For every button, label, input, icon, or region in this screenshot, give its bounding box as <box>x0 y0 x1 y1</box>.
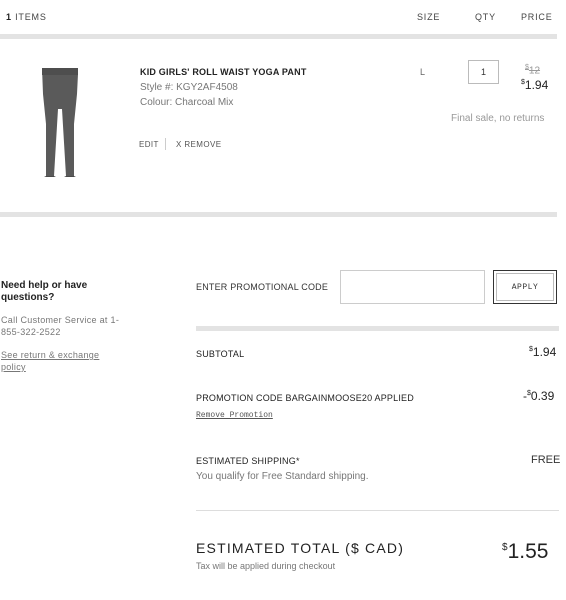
shipping-value: FREE <box>531 454 561 466</box>
final-sale-note: Final sale, no returns <box>451 113 545 124</box>
tax-note: Tax will be applied during checkout <box>196 561 336 571</box>
size-column-header: SIZE <box>417 12 441 22</box>
promo-code-input[interactable] <box>340 270 485 304</box>
promo-discount-amount: 0.39 <box>530 389 555 403</box>
customer-service-text: Call Customer Service at 1-855-322-2522 <box>1 315 120 337</box>
promo-discount-value: -$0.39 <box>523 389 554 403</box>
original-price: $12 <box>525 64 540 76</box>
sale-price-value: 1.94 <box>524 78 549 92</box>
yoga-pant-image[interactable] <box>30 64 90 182</box>
sale-price: $1.94 <box>521 78 548 92</box>
cart-divider <box>0 212 557 217</box>
return-policy-link[interactable]: See return & exchange policy <box>1 349 126 373</box>
subtotal-value: $1.94 <box>529 345 556 359</box>
promo-code-label: ENTER PROMOTIONAL CODE <box>196 282 329 292</box>
estimated-total-label: ESTIMATED TOTAL ($ CAD) <box>196 540 405 556</box>
summary-divider <box>196 326 559 331</box>
price-column-header: PRICE <box>521 12 553 22</box>
help-heading: Need help or have questions? <box>1 280 88 303</box>
remove-promotion-link[interactable]: Remove Promotion <box>196 411 273 420</box>
product-size: L <box>420 67 426 77</box>
shipping-label: ESTIMATED SHIPPING* <box>196 456 300 466</box>
edit-item-link[interactable]: EDIT <box>139 140 159 149</box>
apply-button-label: APPLY <box>496 273 554 301</box>
items-count-number: 1 <box>6 12 12 22</box>
product-style-number: Style #: KGY2AF4508 <box>140 82 238 93</box>
total-divider <box>196 510 559 511</box>
edit-remove-separator <box>165 138 166 150</box>
shipping-note: You qualify for Free Standard shipping. <box>196 471 369 482</box>
qty-column-header: QTY <box>475 12 496 22</box>
product-name[interactable]: KID GIRLS' ROLL WAIST YOGA PANT <box>140 67 307 77</box>
cart-items-count: 1 ITEMS <box>6 12 47 22</box>
header-divider <box>0 34 557 39</box>
total-amount: 1.55 <box>507 540 549 563</box>
remove-item-link[interactable]: X REMOVE <box>176 140 221 149</box>
subtotal-amount: 1.94 <box>532 345 557 359</box>
items-count-label: ITEMS <box>15 12 47 22</box>
quantity-input[interactable]: 1 <box>468 60 499 84</box>
original-price-value: 12 <box>528 65 541 77</box>
product-colour: Colour: Charcoal Mix <box>140 97 234 108</box>
promo-applied-label: PROMOTION CODE BARGAINMOOSE20 APPLIED <box>196 393 414 403</box>
apply-promo-button[interactable]: APPLY <box>493 270 557 304</box>
subtotal-label: SUBTOTAL <box>196 349 245 359</box>
estimated-total-value: $1.55 <box>502 540 548 564</box>
